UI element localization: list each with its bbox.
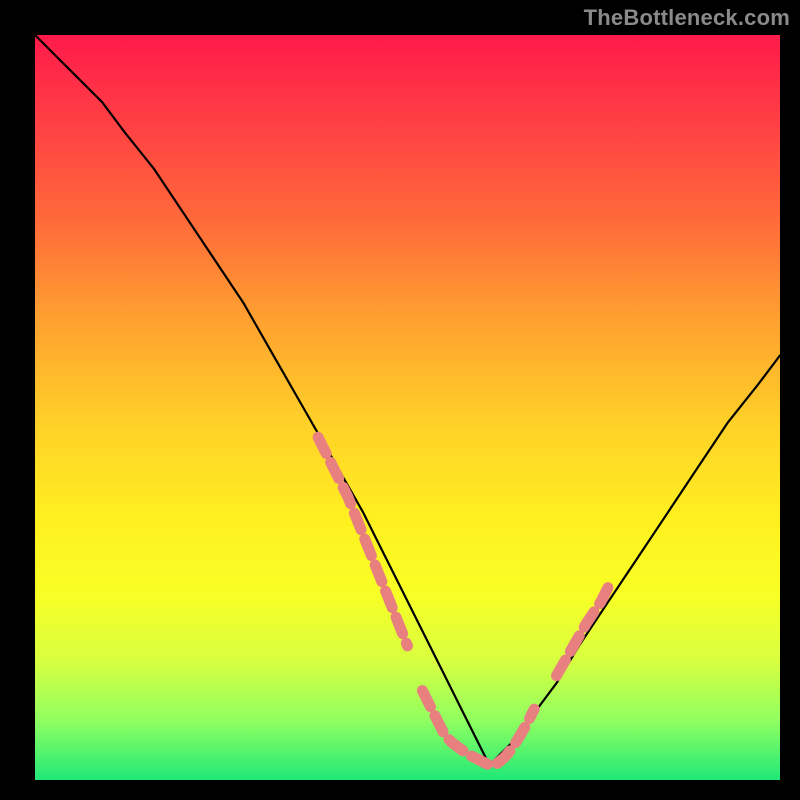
left-curve bbox=[35, 35, 489, 765]
highlight-valley bbox=[422, 691, 534, 766]
highlight-left-descent bbox=[318, 437, 407, 646]
chart-frame: TheBottleneck.com bbox=[0, 0, 800, 800]
right-curve bbox=[489, 355, 780, 765]
watermark-text: TheBottleneck.com bbox=[584, 5, 790, 31]
plot-area bbox=[35, 35, 780, 780]
highlight-right-ascent bbox=[557, 586, 609, 675]
curve-layer bbox=[35, 35, 780, 780]
